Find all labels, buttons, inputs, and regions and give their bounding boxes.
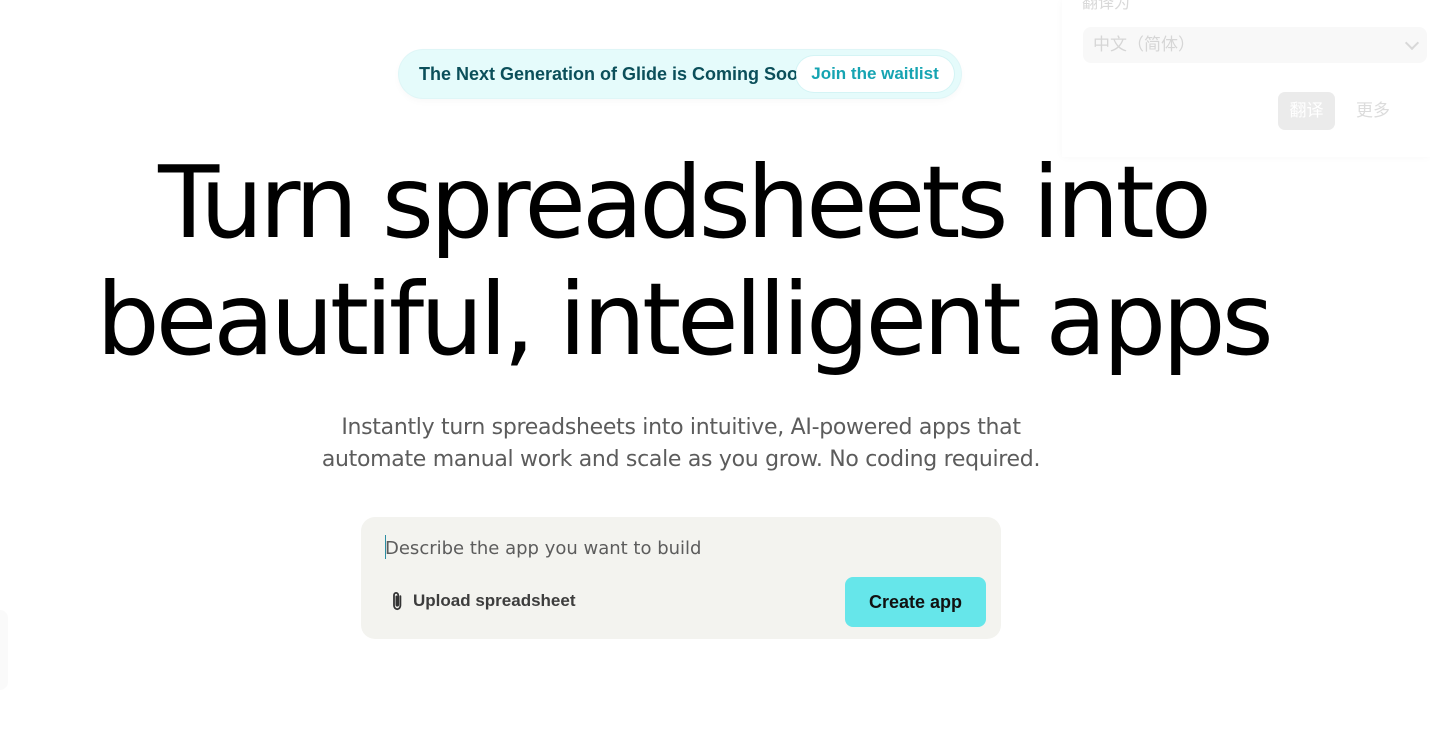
hero-subtitle-line-2: automate manual work and scale as you gr… <box>321 447 1041 472</box>
upload-spreadsheet-label: Upload spreadsheet <box>413 591 576 610</box>
language-select[interactable]: 中文（简体） <box>1083 27 1427 63</box>
left-edge-shadow <box>0 610 8 690</box>
hero-subtitle: Instantly turn spreadsheets into intuiti… <box>0 412 1362 476</box>
create-app-button[interactable]: Create app <box>845 577 986 627</box>
translate-button[interactable]: 翻译 <box>1278 92 1335 130</box>
announcement-banner: The Next Generation of Glide is Coming S… <box>399 50 961 98</box>
upload-spreadsheet-button[interactable]: Upload spreadsheet <box>389 589 576 613</box>
chevron-down-icon <box>1404 35 1420 51</box>
app-prompt-card: Upload spreadsheet Create app <box>361 517 1001 639</box>
hero-title-line-2: beautiful, intelligent apps <box>96 261 1274 378</box>
more-button[interactable]: 更多 <box>1353 92 1393 130</box>
text-cursor <box>385 535 386 559</box>
translate-to-label: 翻译为 <box>1082 0 1131 12</box>
selected-language: 中文（简体） <box>1093 35 1195 54</box>
hero-title-line-1: Turn spreadsheets into <box>158 144 1212 261</box>
hero-subtitle-line-1: Instantly turn spreadsheets into intuiti… <box>341 415 1021 440</box>
announcement-text: The Next Generation of Glide is Coming S… <box>419 64 810 84</box>
app-description-input[interactable] <box>385 535 945 561</box>
hero-title: Turn spreadsheets into beautiful, intell… <box>0 144 1366 378</box>
translation-overlay: 翻译为 中文（简体） 翻译 更多 <box>1062 0 1430 157</box>
paperclip-icon <box>393 592 402 611</box>
join-waitlist-link[interactable]: Join the waitlist <box>796 56 954 92</box>
